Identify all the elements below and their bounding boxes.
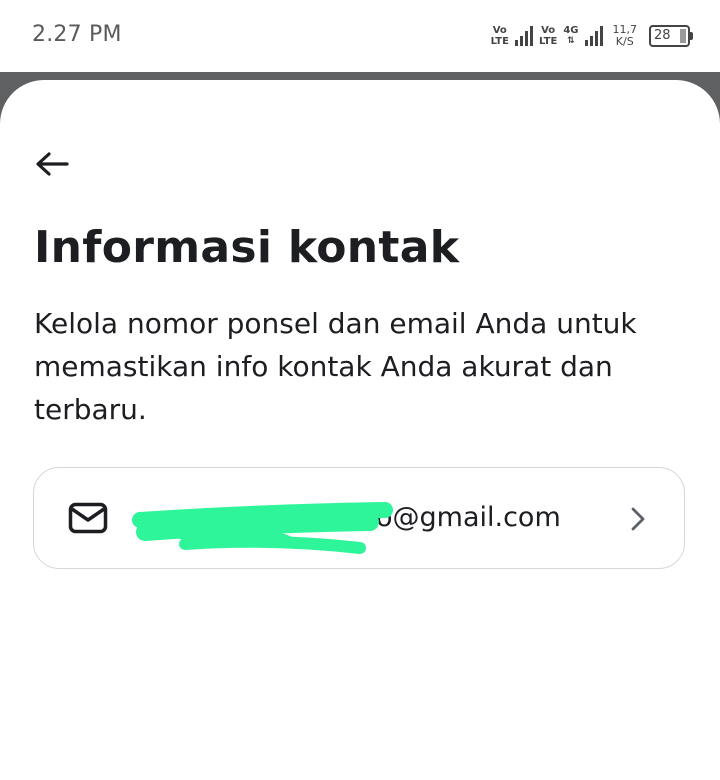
status-bar: 2.27 PM Vo LTE Vo LTE 4G ⇅ 11,7 K/S 28	[0, 0, 720, 72]
page-description: Kelola nomor ponsel dan email Anda untuk…	[34, 307, 637, 426]
status-icons: Vo LTE Vo LTE 4G ⇅ 11,7 K/S 28	[490, 20, 693, 52]
battery-icon: 28	[649, 25, 693, 47]
arrow-left-icon	[36, 152, 69, 176]
back-button[interactable]	[32, 144, 72, 184]
network-speed: 11,7 K/S	[612, 23, 638, 48]
sim2-volte-label: Vo LTE	[538, 25, 558, 47]
chevron-right-icon	[631, 507, 645, 531]
signal-strength-icon	[514, 26, 533, 46]
email-address: o@gmail.com	[376, 502, 561, 533]
signal-strength-icon-2	[584, 26, 603, 46]
sim1-volte-label: Vo LTE	[490, 25, 509, 47]
mail-icon	[68, 502, 108, 534]
network-type-label: 4G ⇅	[563, 25, 579, 46]
email-contact-item[interactable]: o@gmail.com	[33, 467, 685, 569]
battery-level: 28	[654, 28, 671, 43]
page-title: Informasi kontak	[34, 222, 460, 273]
status-time: 2.27 PM	[32, 22, 122, 47]
